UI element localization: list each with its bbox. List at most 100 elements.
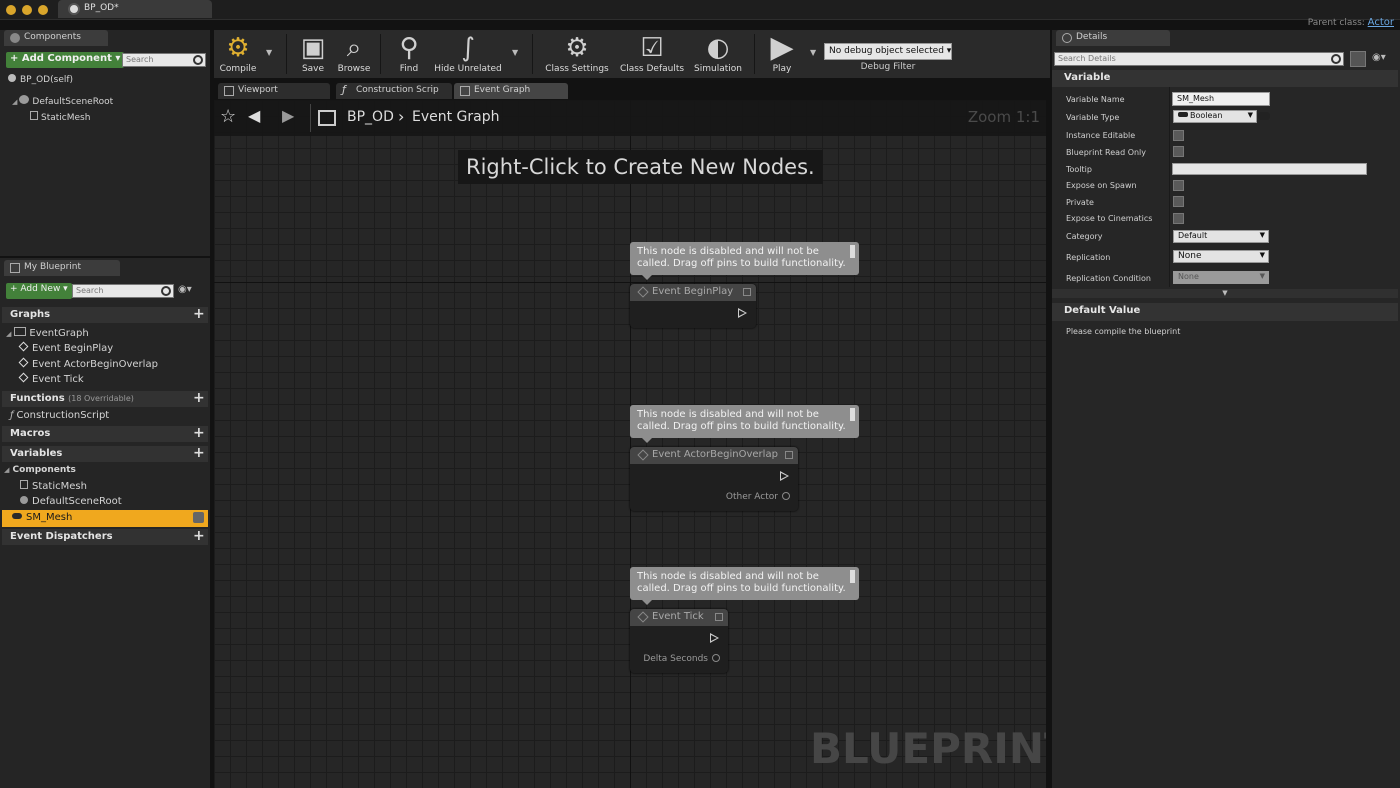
graphs-header: Graphs bbox=[10, 309, 51, 320]
find-button[interactable]: ⚲ Find bbox=[390, 30, 428, 78]
node-event-actorbeginoverlap[interactable]: Event ActorBeginOverlap Other Actor bbox=[630, 447, 798, 511]
save-button[interactable]: ▣ Save bbox=[294, 30, 332, 78]
private-checkbox[interactable] bbox=[1173, 196, 1184, 207]
tree-item-defaultsceneroot[interactable]: ◢ DefaultSceneRoot bbox=[12, 95, 113, 107]
blueprint-search-input[interactable]: Search bbox=[72, 284, 174, 298]
variable-item-sm-mesh-selected[interactable]: SM_Mesh bbox=[2, 510, 208, 527]
my-blueprint-tab[interactable]: My Blueprint bbox=[4, 260, 120, 276]
variable-components-group[interactable]: ◢ Components bbox=[4, 465, 76, 475]
variable-type-select[interactable]: Boolean ▼ bbox=[1173, 110, 1257, 123]
delta-seconds-pin[interactable]: Delta Seconds bbox=[643, 654, 720, 664]
compile-button[interactable]: ⚙ Compile bbox=[218, 30, 258, 78]
exec-output-pin[interactable] bbox=[710, 633, 719, 643]
self-item[interactable]: BP_OD(self) bbox=[8, 74, 73, 85]
breadcrumb-root[interactable]: BP_OD bbox=[347, 109, 394, 125]
class-defaults-label: Class Defaults bbox=[619, 64, 685, 74]
event-item-tick[interactable]: Event Tick bbox=[18, 372, 84, 385]
unreal-logo-icon bbox=[68, 3, 80, 15]
expose-on-spawn-checkbox[interactable] bbox=[1173, 180, 1184, 191]
functions-section[interactable]: Functions (18 Overridable) + bbox=[2, 391, 208, 407]
class-defaults-button[interactable]: ☑ Class Defaults bbox=[618, 30, 686, 78]
compile-options-dropdown-icon[interactable]: ▼ bbox=[266, 48, 272, 57]
variable-section-header[interactable]: Variable bbox=[1052, 70, 1398, 87]
document-tab[interactable]: BP_OD* bbox=[58, 0, 212, 18]
property-matrix-icon[interactable] bbox=[1350, 51, 1366, 67]
event-item-actorbeginoverlap[interactable]: Event ActorBeginOverlap bbox=[18, 357, 158, 370]
details-search-input[interactable]: Search Details bbox=[1054, 52, 1344, 66]
play-options-dropdown-icon[interactable]: ▼ bbox=[810, 48, 816, 57]
tab-viewport[interactable]: Viewport bbox=[218, 83, 330, 99]
comment-text: This node is disabled and will not be ca… bbox=[637, 246, 846, 269]
replication-condition-select[interactable]: None ▼ bbox=[1173, 271, 1269, 284]
browse-label: Browse bbox=[337, 64, 371, 74]
exec-output-pin[interactable] bbox=[780, 471, 789, 481]
view-options-eye-icon[interactable]: ◉▾ bbox=[178, 284, 192, 295]
add-graph-plus-icon[interactable]: + bbox=[193, 307, 205, 321]
visibility-eye-icon[interactable] bbox=[193, 512, 204, 523]
blueprint-read-only-checkbox[interactable] bbox=[1173, 146, 1184, 157]
event-dispatchers-section[interactable]: Event Dispatchers + bbox=[2, 529, 208, 545]
category-select[interactable]: Default ▼ bbox=[1173, 230, 1269, 243]
my-blueprint-panel: My Blueprint + Add New ▾ Search ◉▾ Graph… bbox=[0, 258, 210, 788]
favorite-star-icon[interactable]: ☆ bbox=[220, 106, 236, 127]
event-graph-item[interactable]: ◢ EventGraph bbox=[6, 327, 89, 339]
tab-construction-script[interactable]: ƒ Construction Scrip bbox=[336, 83, 452, 99]
macros-section[interactable]: Macros + bbox=[2, 426, 208, 442]
replication-condition-value: None bbox=[1178, 272, 1199, 281]
close-window-dot[interactable] bbox=[6, 5, 16, 15]
variable-item-staticmesh[interactable]: StaticMesh bbox=[20, 480, 87, 492]
other-actor-pin[interactable]: Other Actor bbox=[726, 492, 790, 502]
tab-event-graph[interactable]: Event Graph bbox=[454, 83, 568, 99]
back-arrow-icon[interactable]: ◀ bbox=[248, 106, 260, 125]
play-button[interactable]: ▶ Play bbox=[762, 30, 802, 78]
node-event-tick[interactable]: Event Tick Delta Seconds bbox=[630, 609, 728, 673]
add-variable-plus-icon[interactable]: + bbox=[193, 446, 205, 460]
add-dispatcher-plus-icon[interactable]: + bbox=[193, 529, 205, 543]
collapse-arrow-icon[interactable]: ◢ bbox=[4, 466, 9, 474]
parent-class-link[interactable]: Actor bbox=[1368, 17, 1394, 28]
advanced-expander-icon[interactable]: ▼ bbox=[1052, 289, 1398, 298]
comment-text: This node is disabled and will not be ca… bbox=[637, 571, 846, 594]
add-new-button[interactable]: + Add New ▾ bbox=[6, 283, 72, 299]
browse-button[interactable]: ⌕ Browse bbox=[334, 30, 374, 78]
view-options-eye-icon[interactable]: ◉▾ bbox=[1372, 52, 1386, 63]
tooltip-input[interactable] bbox=[1172, 163, 1367, 175]
search-icon bbox=[1331, 54, 1341, 64]
expose-to-cinematics-checkbox[interactable] bbox=[1173, 213, 1184, 224]
details-tab[interactable]: Details bbox=[1056, 30, 1170, 46]
class-settings-button[interactable]: ⚙ Class Settings bbox=[544, 30, 610, 78]
variable-item-defaultsceneroot[interactable]: DefaultSceneRoot bbox=[20, 496, 122, 507]
event-item-beginplay[interactable]: Event BeginPlay bbox=[18, 341, 113, 354]
node-event-beginplay[interactable]: Event BeginPlay bbox=[630, 284, 756, 328]
toolbar-separator bbox=[532, 34, 533, 74]
tree-item-staticmesh[interactable]: StaticMesh bbox=[30, 111, 90, 123]
components-icon bbox=[10, 33, 20, 43]
collapse-arrow-icon[interactable]: ◢ bbox=[6, 330, 11, 338]
components-search-input[interactable]: Search bbox=[122, 53, 206, 67]
debug-object-select[interactable]: No debug object selected ▾ bbox=[824, 43, 952, 60]
forward-arrow-icon[interactable]: ▶ bbox=[282, 106, 294, 125]
variable-name-input[interactable]: SM_Mesh bbox=[1172, 92, 1270, 106]
instance-editable-checkbox[interactable] bbox=[1173, 130, 1184, 141]
add-function-plus-icon[interactable]: + bbox=[193, 391, 205, 405]
hide-unrelated-dropdown-icon[interactable]: ▼ bbox=[512, 48, 518, 57]
tree-item-label: StaticMesh bbox=[41, 113, 91, 123]
expand-arrow-icon[interactable]: ◢ bbox=[12, 98, 17, 106]
default-value-section-header[interactable]: Default Value bbox=[1052, 303, 1398, 321]
event-graph-canvas[interactable]: ☆ ◀ ▶ BP_OD › Event Graph Zoom 1:1 Right… bbox=[214, 100, 1046, 788]
minimize-window-dot[interactable] bbox=[22, 5, 32, 15]
disabled-node-comment: This node is disabled and will not be ca… bbox=[630, 567, 859, 605]
simulation-button[interactable]: ◐ Simulation bbox=[690, 30, 746, 78]
add-macro-plus-icon[interactable]: + bbox=[193, 426, 205, 440]
variables-section[interactable]: Variables + bbox=[2, 446, 208, 462]
graphs-section[interactable]: Graphs + bbox=[2, 307, 208, 323]
add-component-button[interactable]: + Add Component ▾ bbox=[6, 52, 125, 68]
hide-unrelated-button[interactable]: ∫ Hide Unrelated bbox=[434, 30, 502, 78]
play-triangle-icon: ▶ bbox=[770, 30, 794, 65]
exec-output-pin[interactable] bbox=[738, 308, 747, 318]
maximize-window-dot[interactable] bbox=[38, 5, 48, 15]
container-type-icon[interactable] bbox=[1258, 112, 1270, 120]
construction-script-item[interactable]: ƒ ConstructionScript bbox=[10, 410, 109, 421]
components-tab[interactable]: Components bbox=[4, 30, 108, 46]
replication-select[interactable]: None ▼ bbox=[1173, 250, 1269, 263]
